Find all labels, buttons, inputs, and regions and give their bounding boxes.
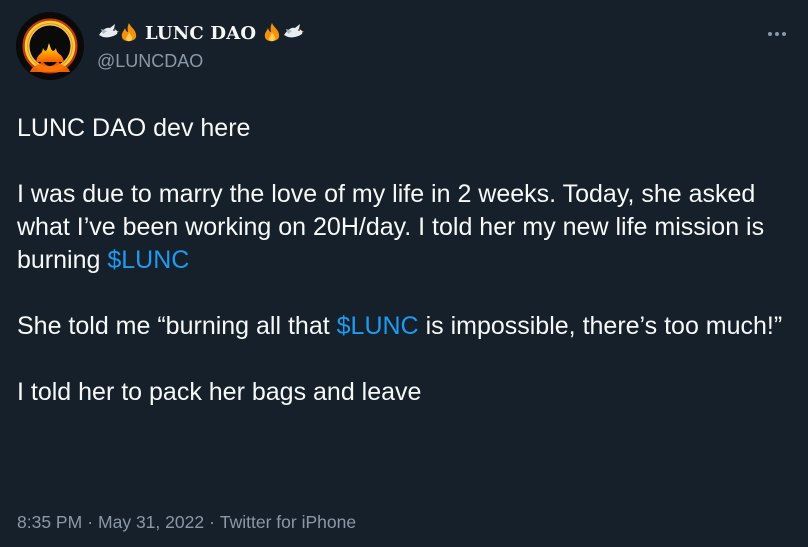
tweet: LUNC DAO @LUNCDAO LUNC DAO dev here I wa…: [0, 0, 808, 547]
flame-ring-logo-icon: [16, 12, 84, 80]
avatar[interactable]: [16, 12, 84, 80]
separator: ·: [87, 512, 94, 532]
tweet-time-link[interactable]: 8:35 PM · May 31, 2022: [17, 512, 204, 532]
cashtag-link[interactable]: $LUNC: [337, 312, 419, 340]
author-handle[interactable]: @LUNCDAO: [97, 51, 203, 72]
display-name[interactable]: LUNC DAO: [145, 23, 256, 44]
separator: ·: [209, 512, 215, 532]
tweet-paragraph: I was due to marry the love of my life i…: [17, 178, 797, 277]
tweet-line: LUNC DAO dev here: [17, 114, 251, 142]
cashtag-link[interactable]: $LUNC: [107, 246, 189, 274]
tweet-date: May 31, 2022: [98, 512, 205, 532]
tweet-meta: 8:35 PM · May 31, 2022 · Twitter for iPhone: [17, 512, 356, 533]
tweet-source-link[interactable]: Twitter for iPhone: [220, 512, 356, 532]
fire-icon: [119, 22, 139, 44]
more-horizontal-icon: [768, 32, 786, 36]
tweet-text-span: is impossible, there’s too much!”: [418, 312, 783, 340]
tweet-line: I told her to pack her bags and leave: [17, 378, 422, 406]
tweet-paragraph: She told me “burning all that $LUNC is i…: [17, 310, 797, 343]
tweet-text-span: She told me “burning all that: [17, 312, 337, 340]
dove-icon: [97, 23, 119, 43]
author-name-row[interactable]: LUNC DAO: [97, 20, 305, 46]
tweet-text: LUNC DAO dev here I was due to marry the…: [17, 112, 797, 409]
more-options-button[interactable]: [762, 22, 792, 46]
fire-icon: [262, 22, 282, 44]
tweet-time: 8:35 PM: [17, 512, 83, 532]
dove-icon: [282, 23, 305, 43]
